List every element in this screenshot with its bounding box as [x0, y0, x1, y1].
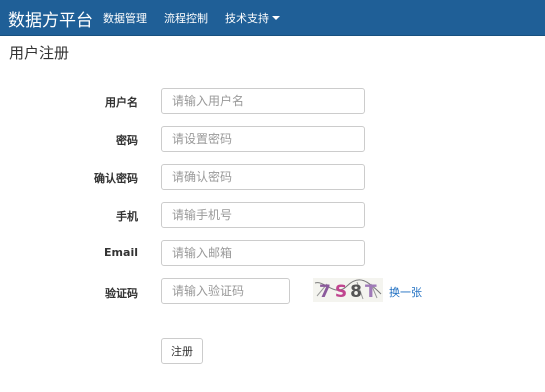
- captcha-char-3: 8: [350, 282, 362, 302]
- email-label: Email: [104, 246, 138, 259]
- phone-label: 手机: [116, 210, 138, 223]
- brand-logo[interactable]: 数据方平台: [8, 6, 93, 31]
- nav-item-tech-support-label: 技术支持: [225, 12, 269, 25]
- captcha-char-4: T: [365, 282, 377, 302]
- captcha-char-1: 7: [319, 282, 331, 302]
- password-input[interactable]: [161, 126, 365, 152]
- caret-down-icon: [272, 16, 280, 20]
- captcha-image[interactable]: 7S8T: [313, 278, 383, 302]
- email-input[interactable]: [161, 240, 365, 266]
- nav-item-data-management[interactable]: 数据管理: [103, 10, 147, 26]
- phone-input[interactable]: [161, 202, 365, 228]
- password-label: 密码: [116, 134, 138, 147]
- confirm-password-input[interactable]: [161, 164, 365, 190]
- nav-item-tech-support[interactable]: 技术支持: [225, 10, 280, 26]
- captcha-input[interactable]: [161, 278, 290, 304]
- nav-item-process-control[interactable]: 流程控制: [164, 10, 208, 26]
- top-navbar: 数据方平台 数据管理 流程控制 技术支持: [0, 0, 545, 36]
- captcha-label: 验证码: [105, 287, 138, 300]
- page-title: 用户注册: [9, 44, 70, 62]
- username-label: 用户名: [105, 96, 138, 109]
- captcha-char-2: S: [335, 282, 347, 302]
- username-input[interactable]: [161, 88, 365, 114]
- refresh-captcha-link[interactable]: 换一张: [389, 284, 422, 300]
- captcha-graphic: 7S8T: [313, 278, 383, 302]
- register-button[interactable]: 注册: [161, 338, 203, 364]
- confirm-password-label: 确认密码: [94, 172, 138, 185]
